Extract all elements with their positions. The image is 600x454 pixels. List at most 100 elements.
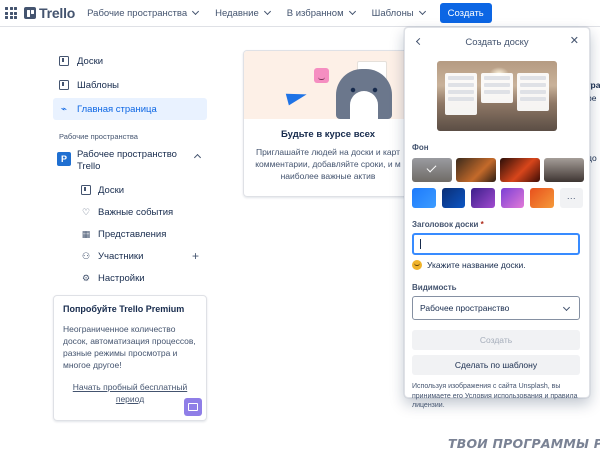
workspace-toggle[interactable]: P Рабочее пространство Trello [53,149,207,173]
board-title-label-text: Заголовок доски [412,220,479,229]
trello-logo-icon [24,7,36,19]
menu-starred-label: В избранном [286,7,344,19]
paper-plane-icon [285,88,309,106]
workspace-name: Рабочее пространство Trello [77,149,177,172]
workspace-item-label: Доски [98,184,125,196]
chevron-down-icon [263,7,271,16]
grid-icon: ▦ [81,228,91,239]
onboarding-text-line: комментарии, добавляйте сроки, и м [255,159,401,169]
trello-logo[interactable]: Trello [24,5,75,21]
workspace-item-boards[interactable]: Доски [53,179,207,201]
menu-starred[interactable]: В избранном [286,7,356,19]
workspace-item-label: Участники [98,250,144,262]
workspace-item-label: Важные события [98,206,174,218]
wave-emoji-icon [412,260,422,270]
sidebar-item-label: Шаблоны [77,79,120,91]
onboarding-card: Будьте в курсе всех Приглашайте людей на… [243,50,413,197]
heart-icon: ♡ [81,206,91,217]
premium-icon [184,398,202,416]
members-icon: ⚇ [81,250,91,261]
preview-list [517,73,549,111]
close-icon[interactable]: ✕ [570,35,579,47]
hint-text: Укажите название доски. [427,260,526,270]
back-arrow-icon[interactable] [415,37,424,46]
workspace-item-settings[interactable]: ⚙ Настройки [53,267,207,289]
background-photos [412,158,589,182]
create-board-button[interactable]: Создать [412,330,580,350]
background-photo-option[interactable] [456,158,496,182]
top-navigation: Trello Рабочие пространства Недавние В и… [0,0,600,27]
main-menu: Рабочие пространства Недавние В избранно… [87,3,492,23]
menu-templates[interactable]: Шаблоны [371,7,426,19]
background-colors: ··· [412,188,589,208]
onboarding-text-line: Приглашайте людей на доски и карт [255,147,401,157]
visibility-label: Видимость [412,283,457,292]
sidebar-item-label: Главная страница [77,103,157,115]
onboarding-title: Будьте в курсе всех [280,129,376,140]
workspace-item-views[interactable]: ▦ Представления [53,223,207,245]
create-board-popover: Создать доску ✕ Фон ··· Заголовок доски … [404,27,590,409]
background-color-option[interactable] [471,188,495,208]
chevron-down-icon [192,7,200,16]
sidebar-item-boards[interactable]: Доски [53,50,207,72]
text-cursor [420,239,421,249]
board-title-input[interactable] [412,233,580,255]
preview-list [445,73,477,115]
onboarding-text: Приглашайте людей на доски и карт коммен… [244,146,412,182]
sidebar-item-home[interactable]: ⌁ Главная страница [53,98,207,120]
background-color-option[interactable] [412,188,436,208]
popover-header: Создать доску ✕ [405,28,589,56]
template-icon [59,80,69,90]
background-color-option[interactable] [441,188,465,208]
background-color-option[interactable] [500,188,524,208]
board-icon [81,185,91,195]
start-from-template-button[interactable]: Сделать по шаблону [412,355,580,375]
sidebar-item-label: Доски [77,55,104,67]
watermark: ТВОИ ПРОГРАММЫ РУ [448,436,600,451]
menu-workspaces-label: Рабочие пространства [87,7,188,19]
menu-recent[interactable]: Недавние [215,7,271,19]
start-trial-link[interactable]: Начать пробный бесплатный период [63,381,197,405]
premium-title: Попробуйте Trello Premium [63,304,185,314]
chevron-up-icon [193,153,202,162]
workspace-item-highlights[interactable]: ♡ Важные события [53,201,207,223]
board-title-hint: Укажите название доски. [412,260,589,270]
add-member-icon[interactable]: + [192,249,199,263]
workspace-item-label: Настройки [98,272,145,284]
background-photo-option[interactable] [544,158,584,182]
menu-workspaces[interactable]: Рабочие пространства [87,7,200,19]
smiley-sticker-icon [314,68,329,83]
premium-description: Неограниченное количество досок, автомат… [63,324,196,370]
chevron-down-icon [418,7,426,16]
board-icon [59,56,69,66]
sidebar-item-templates[interactable]: Шаблоны [53,74,207,96]
required-mark: * [480,220,484,229]
onboarding-text-line: наиболее важные актив [280,171,376,181]
premium-promo-card: Попробуйте Trello Premium Неограниченное… [53,295,207,421]
background-photo-option[interactable] [412,158,452,182]
board-title-label: Заголовок доски * [412,220,589,229]
workspace-avatar: P [57,152,71,166]
workspace-item-label: Представления [98,228,167,240]
background-label: Фон [412,143,429,152]
gear-icon: ⚙ [81,272,91,283]
unsplash-footnote: Используя изображения с сайта Unsplash, … [412,383,578,409]
taco-mascot-icon [336,69,392,119]
more-backgrounds-button[interactable]: ··· [559,188,583,208]
popover-title: Создать доску [465,36,529,48]
create-button[interactable]: Создать [439,3,492,23]
onboarding-illustration [244,51,412,119]
app-switcher-icon[interactable] [4,6,18,20]
workspace-item-members[interactable]: ⚇ Участники + [53,245,207,267]
activity-icon: ⌁ [60,103,68,115]
selected-check-icon [426,162,437,173]
chevron-down-icon [562,303,571,312]
menu-templates-label: Шаблоны [371,7,414,19]
background-color-option[interactable] [530,188,554,208]
visibility-value: Рабочее пространство [420,303,510,313]
visibility-select[interactable]: Рабочее пространство [412,296,580,320]
board-preview [437,61,557,131]
preview-list [481,73,513,103]
sidebar-section-title: Рабочие пространства [59,132,138,141]
background-photo-option[interactable] [500,158,540,182]
